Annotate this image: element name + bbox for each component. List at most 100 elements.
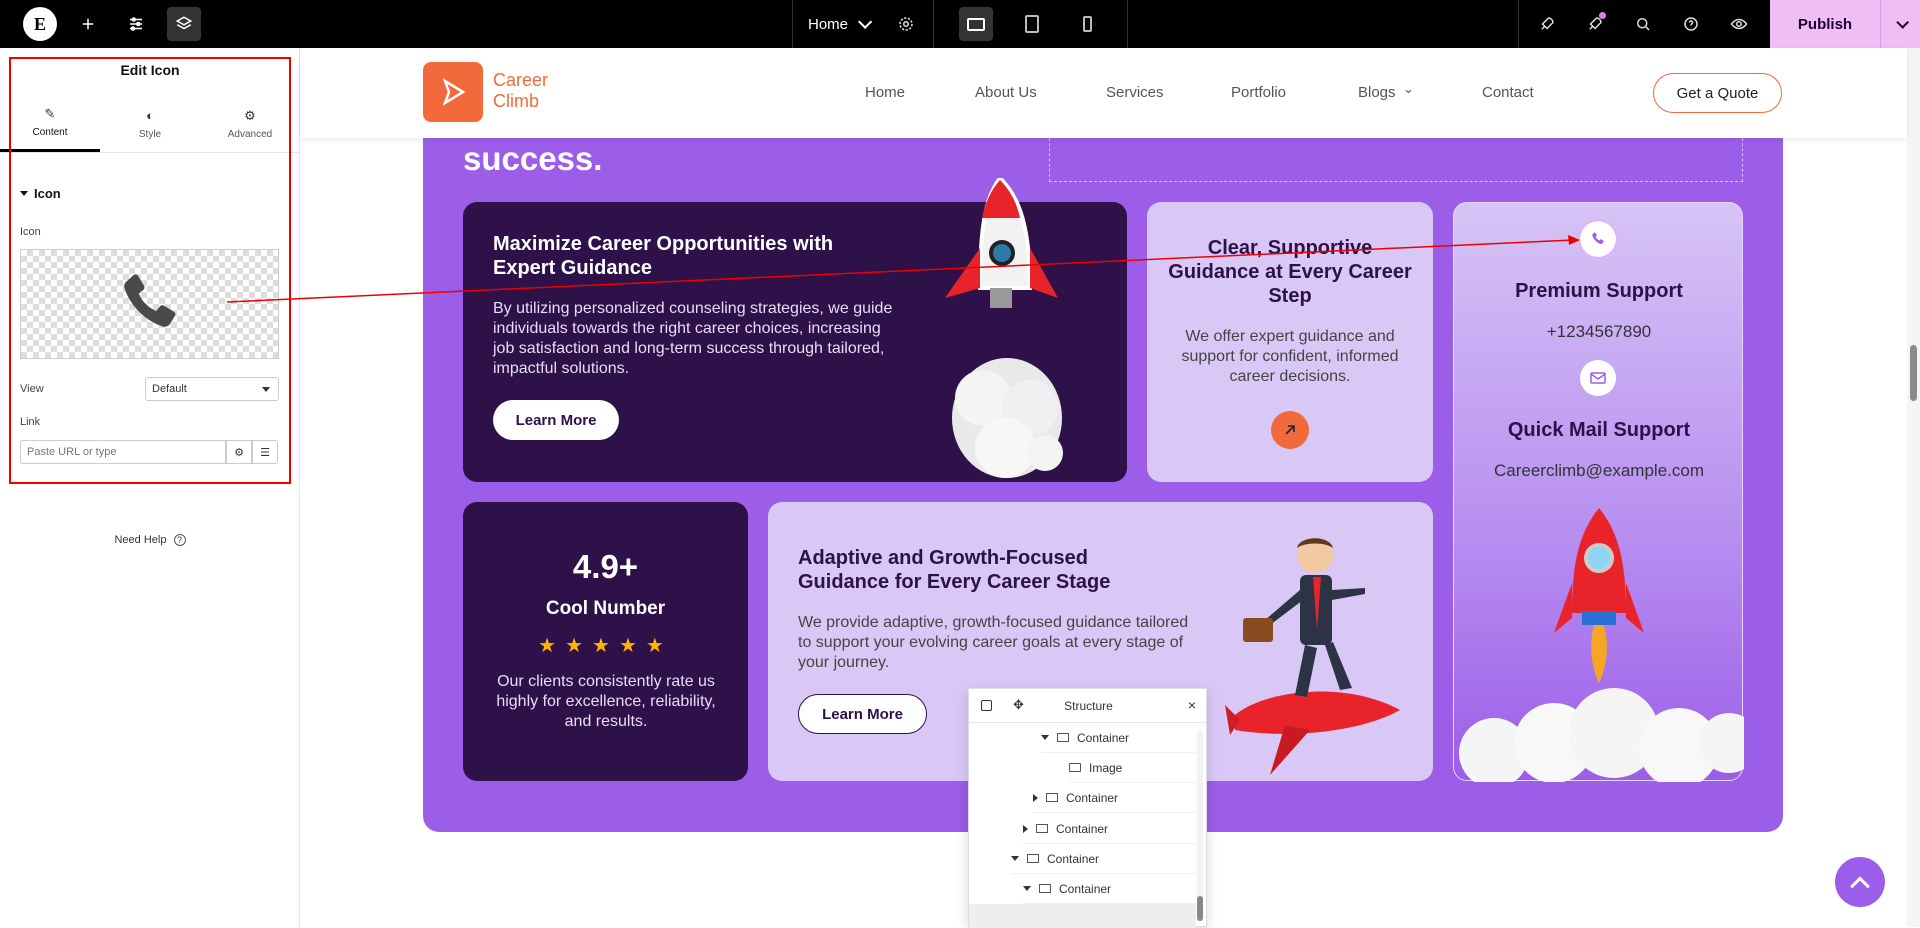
chevron-down-icon: ⌄ [1403,81,1414,96]
need-help-label: Need Help [114,534,167,546]
image-icon [1069,763,1081,772]
caret-down-icon [1023,886,1031,891]
question-circle-icon [1684,17,1698,31]
dynamic-tags-button[interactable]: ☰ [252,440,278,464]
mobile-view-button[interactable] [1070,7,1104,41]
divider [1127,0,1128,48]
back-to-top-button[interactable] [1835,857,1885,907]
arrow-button[interactable] [1271,411,1309,449]
phone-glyph-icon [1592,232,1604,245]
get-quote-button[interactable]: Get a Quote [1653,73,1782,113]
link-input[interactable] [20,440,226,464]
rocket-illustration [945,178,1063,478]
gear-icon: ⚙ [244,107,256,123]
divider [933,0,934,48]
search-button[interactable] [1626,7,1660,41]
tree-item[interactable]: Container [1041,723,1196,753]
guidance-card: Clear, Supportive Guidance at Every Care… [1147,202,1433,482]
view-select[interactable]: Default [145,377,279,401]
icon-label: Icon [20,226,41,238]
site-settings-button[interactable] [119,7,153,41]
structure-scroll-thumb[interactable] [1197,896,1203,921]
desktop-view-button[interactable] [959,7,993,41]
tab-label: Style [138,128,162,140]
structure-panel: ✥ Structure × Container Image Container … [968,688,1207,928]
canvas-scrollbar[interactable] [1907,48,1920,927]
need-help-link[interactable]: Need Help ? [0,534,300,546]
support-email: Careerclimb@example.com [1494,461,1704,480]
nav-item-blogs[interactable]: Blogs [1358,84,1396,101]
card-text: We offer expert guidance and support for… [1181,328,1399,385]
container-icon [1046,793,1058,802]
notification-dot [1599,12,1606,19]
help-button[interactable] [1674,7,1708,41]
brand-name[interactable]: Career Climb [493,70,583,112]
mail-title: Quick Mail Support [1507,419,1691,441]
brand-line: Career [493,70,549,90]
tree-item-selected[interactable] [969,904,1196,928]
nav-item-services[interactable]: Services [1106,84,1164,101]
nav-item-about[interactable]: About Us [975,84,1037,101]
rocket-icon [1541,17,1554,30]
question-circle-icon: ? [173,534,186,546]
panel-tabs: ✎ Content ◐ Style ⚙ Advanced [0,96,300,153]
tab-advanced[interactable]: ⚙ Advanced [200,96,300,152]
icon-picker[interactable] [20,249,279,359]
tree-item[interactable]: Image [1069,753,1196,783]
mail-icon [1580,360,1616,396]
tab-content[interactable]: ✎ Content [0,96,100,152]
tree-label: Container [1056,821,1109,836]
support-title: Premium Support [1515,280,1683,302]
pencil-icon: ✎ [44,106,56,121]
rating-card: 4.9+ Cool Number ★★★★★ Our clients consi… [463,502,748,781]
container-icon [1057,733,1069,742]
tab-style[interactable]: ◐ Style [100,96,200,152]
publish-button[interactable]: Publish [1770,0,1880,48]
learn-more-button[interactable]: Learn More [493,400,619,440]
chevron-down-icon [1896,15,1909,29]
elementor-logo-button[interactable]: E [23,7,57,41]
tablet-view-button[interactable] [1015,7,1049,41]
phone-icon[interactable] [1579,220,1617,258]
nav-item-home[interactable]: Home [865,84,905,101]
page-settings-button[interactable] [889,7,923,41]
link-label: Link [20,416,41,428]
mobile-icon [1082,16,1092,32]
structure-header: ✥ Structure × [969,689,1206,723]
section-toggle-icon[interactable]: Icon [20,186,61,201]
play-arrow-icon [442,78,466,106]
ai-button[interactable] [1578,7,1612,41]
card-title: Maximize Career Opportunities with Exper… [493,233,834,279]
half-circle-icon: ◐ [146,108,154,123]
add-element-button[interactable] [71,7,105,41]
link-options-button[interactable]: ⚙ [226,440,252,464]
tree-item[interactable]: Container [1023,814,1196,844]
caret-right-icon [1023,824,1028,833]
caret-right-icon [1033,793,1038,802]
tree-item[interactable]: Container [1023,874,1196,904]
launchpad-button[interactable] [1530,7,1564,41]
star-icon: ★ [565,635,593,657]
brand-logo-icon[interactable] [423,62,483,122]
preview-button[interactable] [1722,7,1756,41]
publish-options-button[interactable] [1880,0,1920,48]
envelope-icon [1590,372,1606,384]
card-text: By utilizing personalized counseling str… [493,300,893,377]
canvas-scroll-thumb[interactable] [1910,345,1917,401]
structure-scrollbar[interactable] [1197,731,1203,921]
rating-text: Our clients consistently rate us highly … [496,673,716,730]
nav-item-contact[interactable]: Contact [1482,84,1534,101]
plus-icon [82,18,94,30]
tree-label: Image [1089,760,1123,775]
tablet-icon [1025,15,1039,33]
structure-button[interactable] [167,7,201,41]
divider [792,0,793,48]
nav-item-portfolio[interactable]: Portfolio [1231,84,1286,101]
tree-item[interactable]: Container [1033,783,1196,813]
learn-more-button[interactable]: Learn More [798,694,927,734]
page-selector[interactable]: Home [808,0,873,48]
tree-item[interactable]: Container [1011,844,1196,874]
site-header: Career Climb Home About Us Services Port… [300,48,1907,138]
close-icon[interactable]: × [1188,697,1196,713]
tree-label: Container [1047,851,1100,866]
